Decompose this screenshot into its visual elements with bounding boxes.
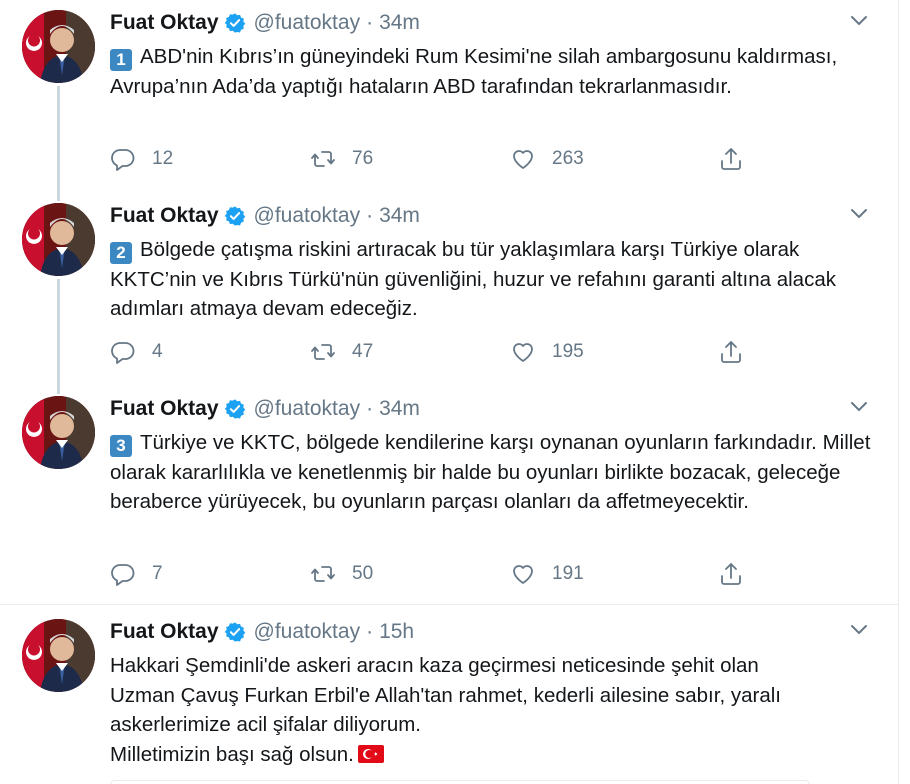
retweet-count: 50 [352, 563, 374, 584]
tweet-body: Bölgede çatışma riskini artıracak bu tür… [110, 238, 836, 320]
next-card-edge [110, 780, 810, 784]
tweet-header: Fuat Oktay @fuatoktay · 34m [110, 10, 420, 36]
retweet-icon [311, 344, 335, 360]
tweet-body: ABD'nin Kıbrıs’ın güneyindeki Rum Kesimi… [110, 45, 838, 98]
tweet[interactable]: Fuat Oktay @fuatoktay · 34m 1 ABD'nin Kıb… [0, 0, 898, 193]
author-name[interactable]: Fuat Oktay [110, 11, 219, 35]
tweet[interactable]: Fuat Oktay @fuatoktay · 15h Hakkari Şemd… [0, 609, 898, 784]
retweet-count: 47 [352, 341, 374, 362]
author-handle[interactable]: @fuatoktay [254, 620, 361, 644]
reply-count: 12 [152, 148, 174, 169]
tweet-text: 2 Bölgede çatışma riskini artıracak bu tü… [110, 235, 880, 324]
author-name[interactable]: Fuat Oktay [110, 397, 219, 421]
tweet-line-text: Milletimizin başı sağ olsun. [110, 742, 354, 766]
reply-button[interactable]: 4 [110, 339, 163, 365]
tweet-text: Hakkari Şemdinli'de askeri aracın kaza g… [110, 651, 880, 769]
heart-icon [513, 343, 533, 362]
reply-count: 4 [152, 341, 163, 362]
tweet-text: 3 Türkiye ve KKTC, bölgede kendilerine ka… [110, 428, 880, 517]
avatar[interactable] [22, 396, 95, 469]
column-border [898, 0, 899, 784]
verified-badge-icon [224, 205, 246, 227]
like-count: 195 [552, 341, 584, 362]
tweet-header: Fuat Oktay @fuatoktay · 34m [110, 396, 420, 422]
tweet-line: askerlerimize acil şifalar diliyorum. [110, 713, 421, 736]
tweet[interactable]: Fuat Oktay @fuatoktay · 34m 3 Türkiye ve … [0, 386, 898, 604]
reply-count: 7 [152, 563, 163, 584]
share-icon [721, 341, 741, 363]
chevron-down-icon[interactable] [850, 207, 868, 221]
tweet-actions: 4 47 195 [110, 339, 750, 365]
retweet-button[interactable]: 76 [310, 146, 373, 172]
retweet-button[interactable]: 47 [310, 339, 373, 365]
author-name[interactable]: Fuat Oktay [110, 204, 219, 228]
like-button[interactable]: 195 [510, 339, 584, 365]
like-count: 263 [552, 148, 584, 169]
reply-button[interactable]: 12 [110, 146, 173, 172]
tweet-time[interactable]: 15h [379, 620, 414, 644]
tweet-body: Türkiye ve KKTC, bölgede kendilerine kar… [110, 431, 871, 513]
retweet-count: 76 [352, 148, 374, 169]
tweet-time[interactable]: 34m [379, 204, 420, 228]
share-button[interactable] [718, 146, 744, 172]
separator-dot: · [366, 397, 374, 420]
reply-icon [111, 564, 135, 586]
retweet-icon [311, 566, 335, 582]
tweet-line: Milletimizin başı sağ olsun. [110, 740, 880, 770]
tweet-actions: 12 76 263 [110, 146, 750, 172]
turkey-flag-icon [357, 742, 384, 763]
reply-button[interactable]: 7 [110, 561, 163, 587]
avatar[interactable] [22, 10, 95, 83]
share-button[interactable] [718, 339, 744, 365]
like-button[interactable]: 191 [510, 561, 584, 587]
chevron-down-icon[interactable] [850, 14, 868, 28]
tweet-header: Fuat Oktay @fuatoktay · 34m [110, 203, 420, 229]
separator-dot: · [366, 620, 374, 643]
author-handle[interactable]: @fuatoktay [254, 11, 361, 35]
reply-icon [111, 149, 135, 171]
separator-dot: · [366, 11, 374, 34]
tweet-header: Fuat Oktay @fuatoktay · 15h [110, 619, 414, 645]
thread-line [57, 279, 60, 386]
verified-badge-icon [224, 621, 246, 643]
like-button[interactable]: 263 [510, 146, 584, 172]
retweet-icon [311, 151, 335, 167]
heart-icon [513, 565, 533, 584]
verified-badge-icon [224, 398, 246, 420]
avatar[interactable] [22, 619, 95, 692]
author-handle[interactable]: @fuatoktay [254, 397, 361, 421]
thread-line [57, 86, 60, 193]
chevron-down-icon[interactable] [850, 623, 868, 637]
author-name[interactable]: Fuat Oktay [110, 620, 219, 644]
share-icon [721, 148, 741, 170]
separator-dot: · [366, 204, 374, 227]
chevron-down-icon[interactable] [850, 400, 868, 414]
thread-line [57, 386, 60, 394]
thread-line [57, 193, 60, 201]
retweet-button[interactable]: 50 [310, 561, 373, 587]
keycap-number: 1 [110, 49, 132, 71]
like-count: 191 [552, 563, 584, 584]
share-button[interactable] [718, 561, 744, 587]
keycap-number: 3 [110, 435, 132, 457]
tweet-divider [0, 604, 898, 605]
tweet-actions: 7 50 191 [110, 561, 750, 587]
heart-icon [513, 150, 533, 169]
author-handle[interactable]: @fuatoktay [254, 204, 361, 228]
tweet-text: 1 ABD'nin Kıbrıs’ın güneyindeki Rum Kesim… [110, 42, 880, 101]
reply-icon [111, 342, 135, 364]
tweet-time[interactable]: 34m [379, 11, 420, 35]
tweet-line: Uzman Çavuş Furkan Erbil'e Allah'tan rah… [110, 683, 781, 707]
share-icon [721, 563, 741, 585]
tweet-line: Hakkari Şemdinli'de askeri aracın kaza g… [110, 654, 759, 677]
verified-badge-icon [224, 12, 246, 34]
keycap-number: 2 [110, 242, 132, 264]
tweet[interactable]: Fuat Oktay @fuatoktay · 34m 2 Bölgede çat… [0, 193, 898, 386]
tweet-time[interactable]: 34m [379, 397, 420, 421]
avatar[interactable] [22, 203, 95, 276]
